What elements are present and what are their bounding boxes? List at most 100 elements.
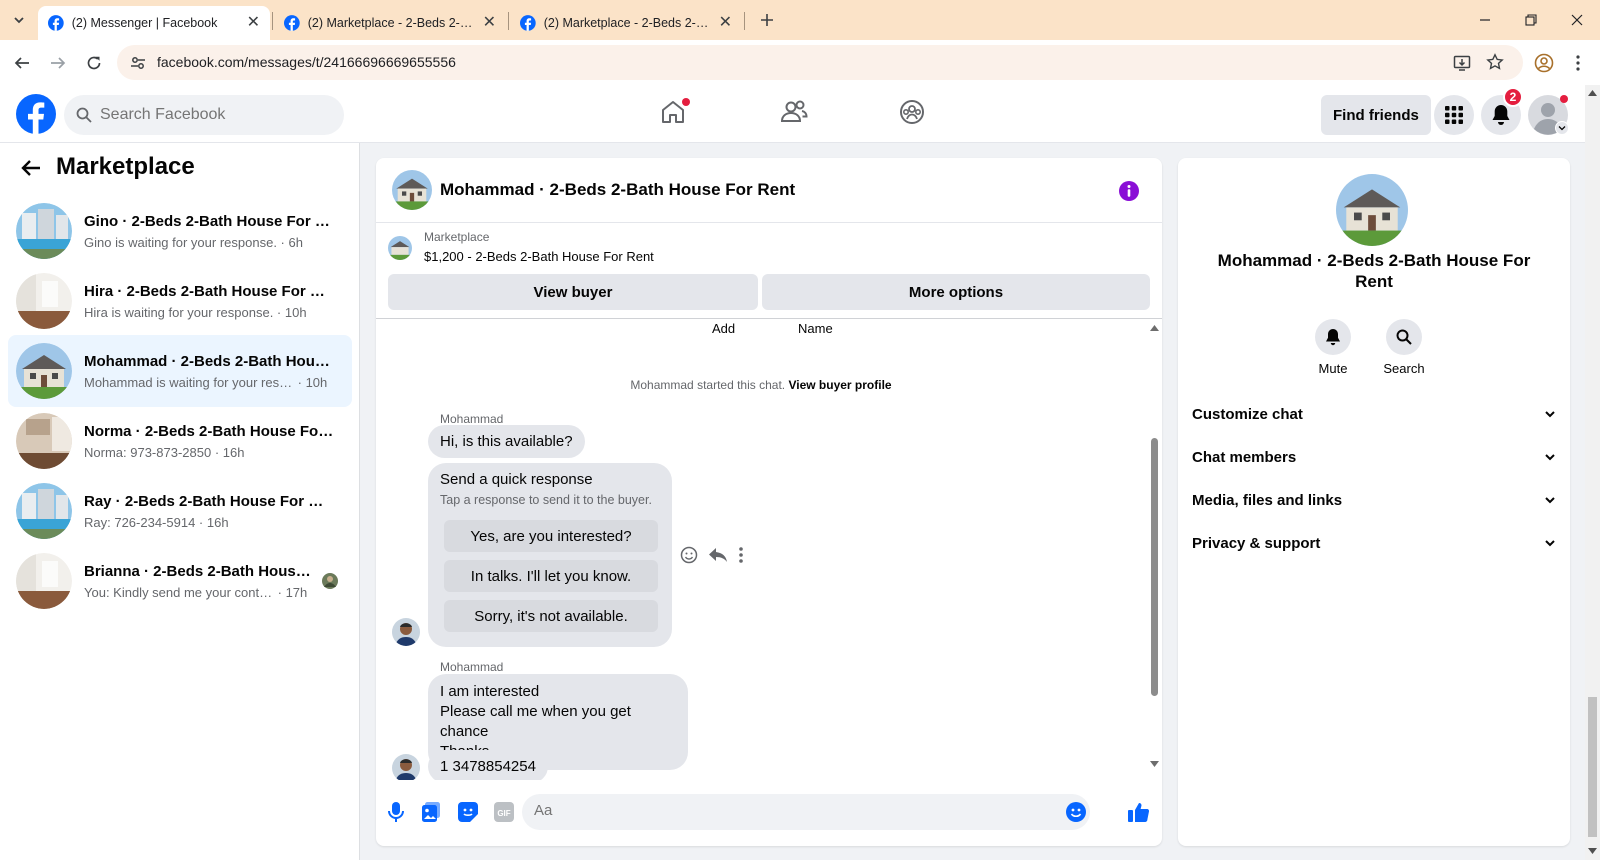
- media-files-links-section[interactable]: Media, files and links: [1192, 480, 1556, 520]
- search-in-chat-button[interactable]: Search: [1364, 319, 1444, 376]
- conversation-item-norma[interactable]: Norma · 2-Beds 2-Bath House For Rent Nor…: [8, 405, 352, 477]
- chat-panel: Mohammad · 2-Beds 2-Bath House For Rent …: [376, 158, 1162, 846]
- chevron-down-icon: [14, 17, 24, 24]
- scroll-up-icon[interactable]: [1150, 325, 1159, 331]
- reload-button[interactable]: [80, 49, 108, 77]
- profile-avatar[interactable]: [1336, 174, 1408, 246]
- close-tab-icon[interactable]: ✕: [483, 15, 496, 31]
- site-settings-icon[interactable]: [130, 55, 146, 71]
- home-notification-dot: [682, 98, 690, 106]
- nav-friends[interactable]: [780, 99, 808, 125]
- notifications-button[interactable]: 2: [1481, 87, 1523, 135]
- listing-detail[interactable]: $1,200 - 2-Beds 2-Bath House For Rent: [424, 249, 654, 264]
- chat-members-section[interactable]: Chat members: [1192, 437, 1556, 477]
- kebab-menu-icon: [1576, 55, 1580, 71]
- search-input[interactable]: [100, 106, 320, 124]
- preview-time: 16h: [206, 514, 229, 530]
- conversation-item-hira[interactable]: Hira · 2-Beds 2-Bath House For Rent Hira…: [8, 265, 352, 337]
- view-buyer-profile-link[interactable]: View buyer profile: [788, 378, 891, 392]
- more-actions-icon[interactable]: [738, 546, 744, 564]
- sender-avatar[interactable]: [392, 618, 420, 646]
- tab-divider: [744, 12, 745, 30]
- facebook-logo[interactable]: [16, 94, 56, 134]
- bell-icon: [1492, 105, 1510, 125]
- account-avatar-button[interactable]: [1528, 95, 1569, 135]
- tab-search-button[interactable]: [6, 8, 32, 32]
- quick-response-subtitle: Tap a response to send it to the buyer.: [440, 493, 652, 507]
- like-icon[interactable]: [1128, 801, 1150, 823]
- account-chevron: [1555, 121, 1569, 135]
- address-bar[interactable]: facebook.com/messages/t/2416669666965555…: [117, 45, 1523, 80]
- thread-scrollbar[interactable]: [1149, 320, 1160, 780]
- preview-text: Mohammad is waiting for your response.: [84, 374, 294, 390]
- bookmark-star-icon[interactable]: [1486, 53, 1504, 71]
- restore-window-button[interactable]: [1518, 8, 1544, 32]
- chat-title[interactable]: Mohammad · 2-Beds 2-Bath House For Rent: [440, 180, 795, 200]
- new-tab-button[interactable]: [754, 8, 780, 32]
- photo-icon[interactable]: [422, 802, 440, 822]
- search-bar[interactable]: [64, 95, 344, 135]
- name-label[interactable]: Name: [798, 321, 833, 336]
- reply-icon[interactable]: [708, 546, 728, 564]
- profile-button[interactable]: [1530, 49, 1558, 77]
- add-label[interactable]: Add: [712, 321, 735, 336]
- react-emoji-icon[interactable]: [680, 546, 698, 564]
- sticker-icon[interactable]: [458, 802, 478, 822]
- more-options-button[interactable]: More options: [762, 274, 1150, 310]
- page-scrollbar[interactable]: [1585, 85, 1600, 860]
- info-icon[interactable]: [1118, 180, 1140, 202]
- back-button[interactable]: [20, 157, 44, 181]
- message-bubble[interactable]: Hi, is this available?: [428, 425, 585, 458]
- browser-menu-button[interactable]: [1564, 49, 1592, 77]
- conversation-item-mohammad[interactable]: Mohammad · 2-Beds 2-Bath House For Rent …: [8, 335, 352, 407]
- listing-thumbnail: [16, 413, 72, 469]
- browser-tab-marketplace-1[interactable]: (2) Marketplace - 2-Beds 2-Bath ✕: [274, 6, 506, 40]
- browser-tab-messenger[interactable]: (2) Messenger | Facebook ✕: [38, 6, 270, 40]
- conversation-item-ray[interactable]: Ray · 2-Beds 2-Bath House For Rent Ray: …: [8, 475, 352, 547]
- scroll-down-icon[interactable]: [1150, 761, 1159, 767]
- emoji-icon[interactable]: [1066, 802, 1086, 822]
- gif-icon[interactable]: GIF: [494, 802, 514, 822]
- quick-response-option[interactable]: In talks. I'll let you know.: [444, 560, 658, 592]
- find-friends-button[interactable]: Find friends: [1321, 95, 1431, 135]
- listing-label: Marketplace: [424, 230, 490, 244]
- scroll-down-icon[interactable]: [1588, 848, 1597, 854]
- listing-thumbnail: [16, 553, 72, 609]
- message-input[interactable]: [534, 802, 1054, 819]
- facebook-logo-icon: [16, 94, 56, 134]
- quick-response-option[interactable]: Sorry, it's not available.: [444, 600, 658, 632]
- arrow-left-icon: [21, 160, 40, 176]
- close-tab-icon[interactable]: ✕: [719, 15, 732, 31]
- privacy-support-section[interactable]: Privacy & support: [1192, 523, 1556, 563]
- microphone-icon[interactable]: [388, 802, 404, 822]
- scrollbar-thumb[interactable]: [1588, 697, 1597, 837]
- close-tab-icon[interactable]: ✕: [247, 15, 260, 31]
- section-label: Customize chat: [1192, 405, 1303, 423]
- view-buyer-button[interactable]: View buyer: [388, 274, 758, 310]
- chat-avatar[interactable]: [392, 170, 432, 210]
- scrollbar-thumb[interactable]: [1151, 438, 1158, 696]
- profile-icon: [1534, 53, 1554, 73]
- mute-button[interactable]: Mute: [1293, 319, 1373, 376]
- section-label: Chat members: [1192, 448, 1297, 466]
- install-app-icon[interactable]: [1453, 54, 1471, 72]
- back-button[interactable]: [8, 49, 36, 77]
- message-bubble[interactable]: 1 3478854254: [428, 750, 548, 780]
- svg-text:GIF: GIF: [497, 809, 510, 818]
- menu-button[interactable]: [1434, 95, 1474, 135]
- conversation-item-gino[interactable]: Gino · 2-Beds 2-Bath House For Rent Gino…: [8, 195, 352, 267]
- quick-response-option[interactable]: Yes, are you interested?: [444, 520, 658, 552]
- conversation-item-brianna[interactable]: Brianna · 2-Beds 2-Bath House For Rent Y…: [8, 545, 352, 617]
- forward-button[interactable]: [44, 49, 72, 77]
- customize-chat-section[interactable]: Customize chat: [1192, 394, 1556, 434]
- tab-title: (2) Marketplace - 2-Beds 2-Bath: [543, 16, 711, 30]
- minimize-window-button[interactable]: [1472, 8, 1498, 32]
- close-window-button[interactable]: [1564, 8, 1590, 32]
- browser-tab-marketplace-2[interactable]: (2) Marketplace - 2-Beds 2-Bath ✕: [510, 6, 742, 40]
- preview-time: 10h: [305, 374, 328, 390]
- message-line: Please call me when you get chance: [440, 703, 631, 740]
- nav-home[interactable]: [660, 98, 690, 125]
- nav-groups[interactable]: [899, 99, 925, 125]
- scroll-up-icon[interactable]: [1588, 90, 1597, 96]
- sender-avatar[interactable]: [392, 754, 420, 780]
